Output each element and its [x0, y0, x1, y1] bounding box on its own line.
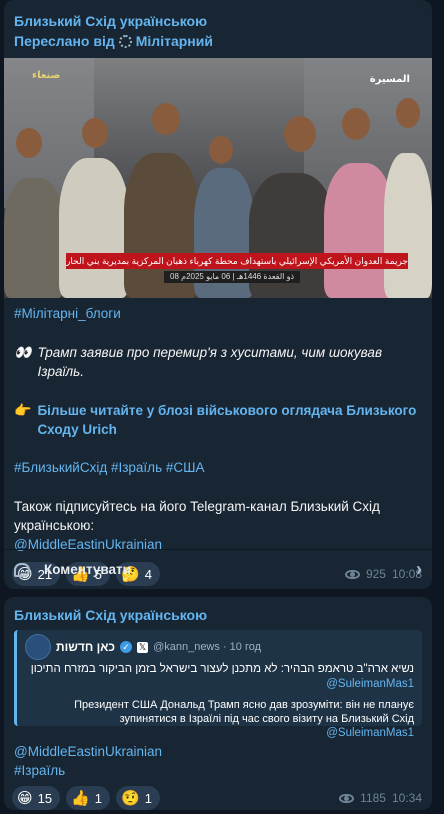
crowd-figure — [59, 158, 129, 298]
tweet-mention[interactable]: @SuleimanMas1 — [25, 726, 414, 741]
thumbs-up-emoji: 👍 — [71, 790, 90, 807]
message-line-text: Трамп заявив про перемир'я з хуситами, ч… — [37, 345, 382, 379]
forwarded-header[interactable]: Переслано від Мілітарний — [14, 32, 422, 50]
message-card: Близький Схід українською כאן חדשות ✓ 𝕏 … — [4, 597, 432, 810]
reactions-bar: 😁 15 👍 1 🤨 1 1185 10:34 — [4, 786, 432, 810]
crowd-head — [342, 108, 370, 140]
forwarded-label: Переслано від — [14, 33, 115, 49]
message-line: 👀 Трамп заявив про перемир'я з хуситами,… — [14, 343, 422, 381]
reaction-thumbs-up[interactable]: 👍 1 — [66, 786, 111, 810]
x-logo-icon: 𝕏 — [137, 641, 149, 653]
verified-icon: ✓ — [120, 641, 133, 653]
hashtag-link[interactable]: #Мілітарні_блоги — [14, 304, 422, 323]
reaction-skeptical[interactable]: 🤨 1 — [116, 786, 160, 810]
crowd-figure — [384, 153, 432, 298]
subscribe-text: Також підписуйтесь на його Telegram-кана… — [14, 499, 380, 533]
skeptical-emoji: 🤨 — [121, 790, 140, 807]
crowd-figure — [4, 178, 64, 298]
channel-mention-link[interactable]: @MiddleEastinUkrainian — [14, 742, 422, 761]
tweet-translation: Президент США Дональд Трамп ясно дав зро… — [74, 699, 414, 725]
crowd-head — [152, 103, 180, 135]
message-text: @MiddleEastinUkrainian #Ізраїль — [4, 742, 432, 780]
comments-button[interactable]: Коментувати › — [4, 549, 432, 589]
embedded-tweet[interactable]: כאן חדשות ✓ 𝕏 @kann_news · 10 год נשיא א… — [14, 630, 422, 739]
message-text: #Мілітарні_блоги 👀 Трамп заявив про пере… — [4, 304, 432, 554]
message-meta: 1185 10:34 — [339, 791, 424, 805]
chevron-right-icon: › — [416, 559, 422, 579]
post-photo[interactable]: صنعاء المسيرة جريمة العدوان الأمريكي الإ… — [4, 58, 432, 298]
eyes-emoji: 👀 — [14, 344, 32, 360]
tweet-header: כאן חדשות ✓ 𝕏 @kann_news · 10 год — [25, 634, 414, 660]
reaction-count: 1 — [94, 790, 103, 806]
tweet-author: כאן חדשות — [56, 640, 116, 654]
crowd-head — [284, 116, 316, 152]
crowd-head — [396, 98, 420, 128]
grin-emoji: 😁 — [17, 790, 33, 807]
comment-bubble-icon — [14, 562, 30, 577]
news-banner: جريمة العدوان الأمريكي الإسرائيلي باستهد… — [66, 253, 408, 269]
channel-avatar-icon — [118, 34, 132, 48]
tweet-hebrew-text: נשיא ארה"ב טראמפ הבהיר: לא מתכנן לעצור ב… — [30, 663, 414, 675]
crowd-head — [82, 118, 108, 148]
news-date: 08 ذو القعدة 1446هـ | 06 مايو 2025م — [164, 271, 301, 283]
message-time: 10:34 — [391, 791, 422, 805]
reaction-count: 15 — [37, 790, 53, 806]
tweet-avatar — [25, 634, 51, 660]
blog-link-text: Більше читайте у блозі військового огляд… — [37, 403, 417, 437]
comments-label: Коментувати — [44, 562, 131, 577]
tweet-mention[interactable]: @SuleimanMas1 — [25, 677, 414, 692]
pointing-emoji: 👉 — [14, 402, 32, 418]
channel-name[interactable]: Близький Схід українською — [14, 12, 422, 30]
channel-name[interactable]: Близький Схід українською — [14, 606, 422, 624]
view-count: 1185 — [360, 791, 386, 805]
blog-link[interactable]: 👉 Більше читайте у блозі військового огл… — [14, 401, 422, 439]
hashtag-link[interactable]: #Ізраїль — [14, 761, 422, 780]
reaction-grin[interactable]: 😁 15 — [12, 786, 61, 810]
forwarded-source: Мілітарний — [135, 33, 213, 49]
eye-icon — [339, 793, 355, 803]
crowd-head — [16, 128, 42, 158]
tweet-handle: @kann_news · 10 год — [153, 641, 262, 653]
crowd-head — [209, 136, 233, 164]
tv-logo-right: المسيرة — [369, 74, 410, 85]
reaction-count: 1 — [144, 790, 152, 806]
message-card: Близький Схід українською Переслано від … — [4, 0, 432, 589]
hashtags[interactable]: #БлизькийСхід #Ізраїль #США — [14, 458, 422, 477]
tv-logo-left: صنعاء — [32, 70, 61, 81]
